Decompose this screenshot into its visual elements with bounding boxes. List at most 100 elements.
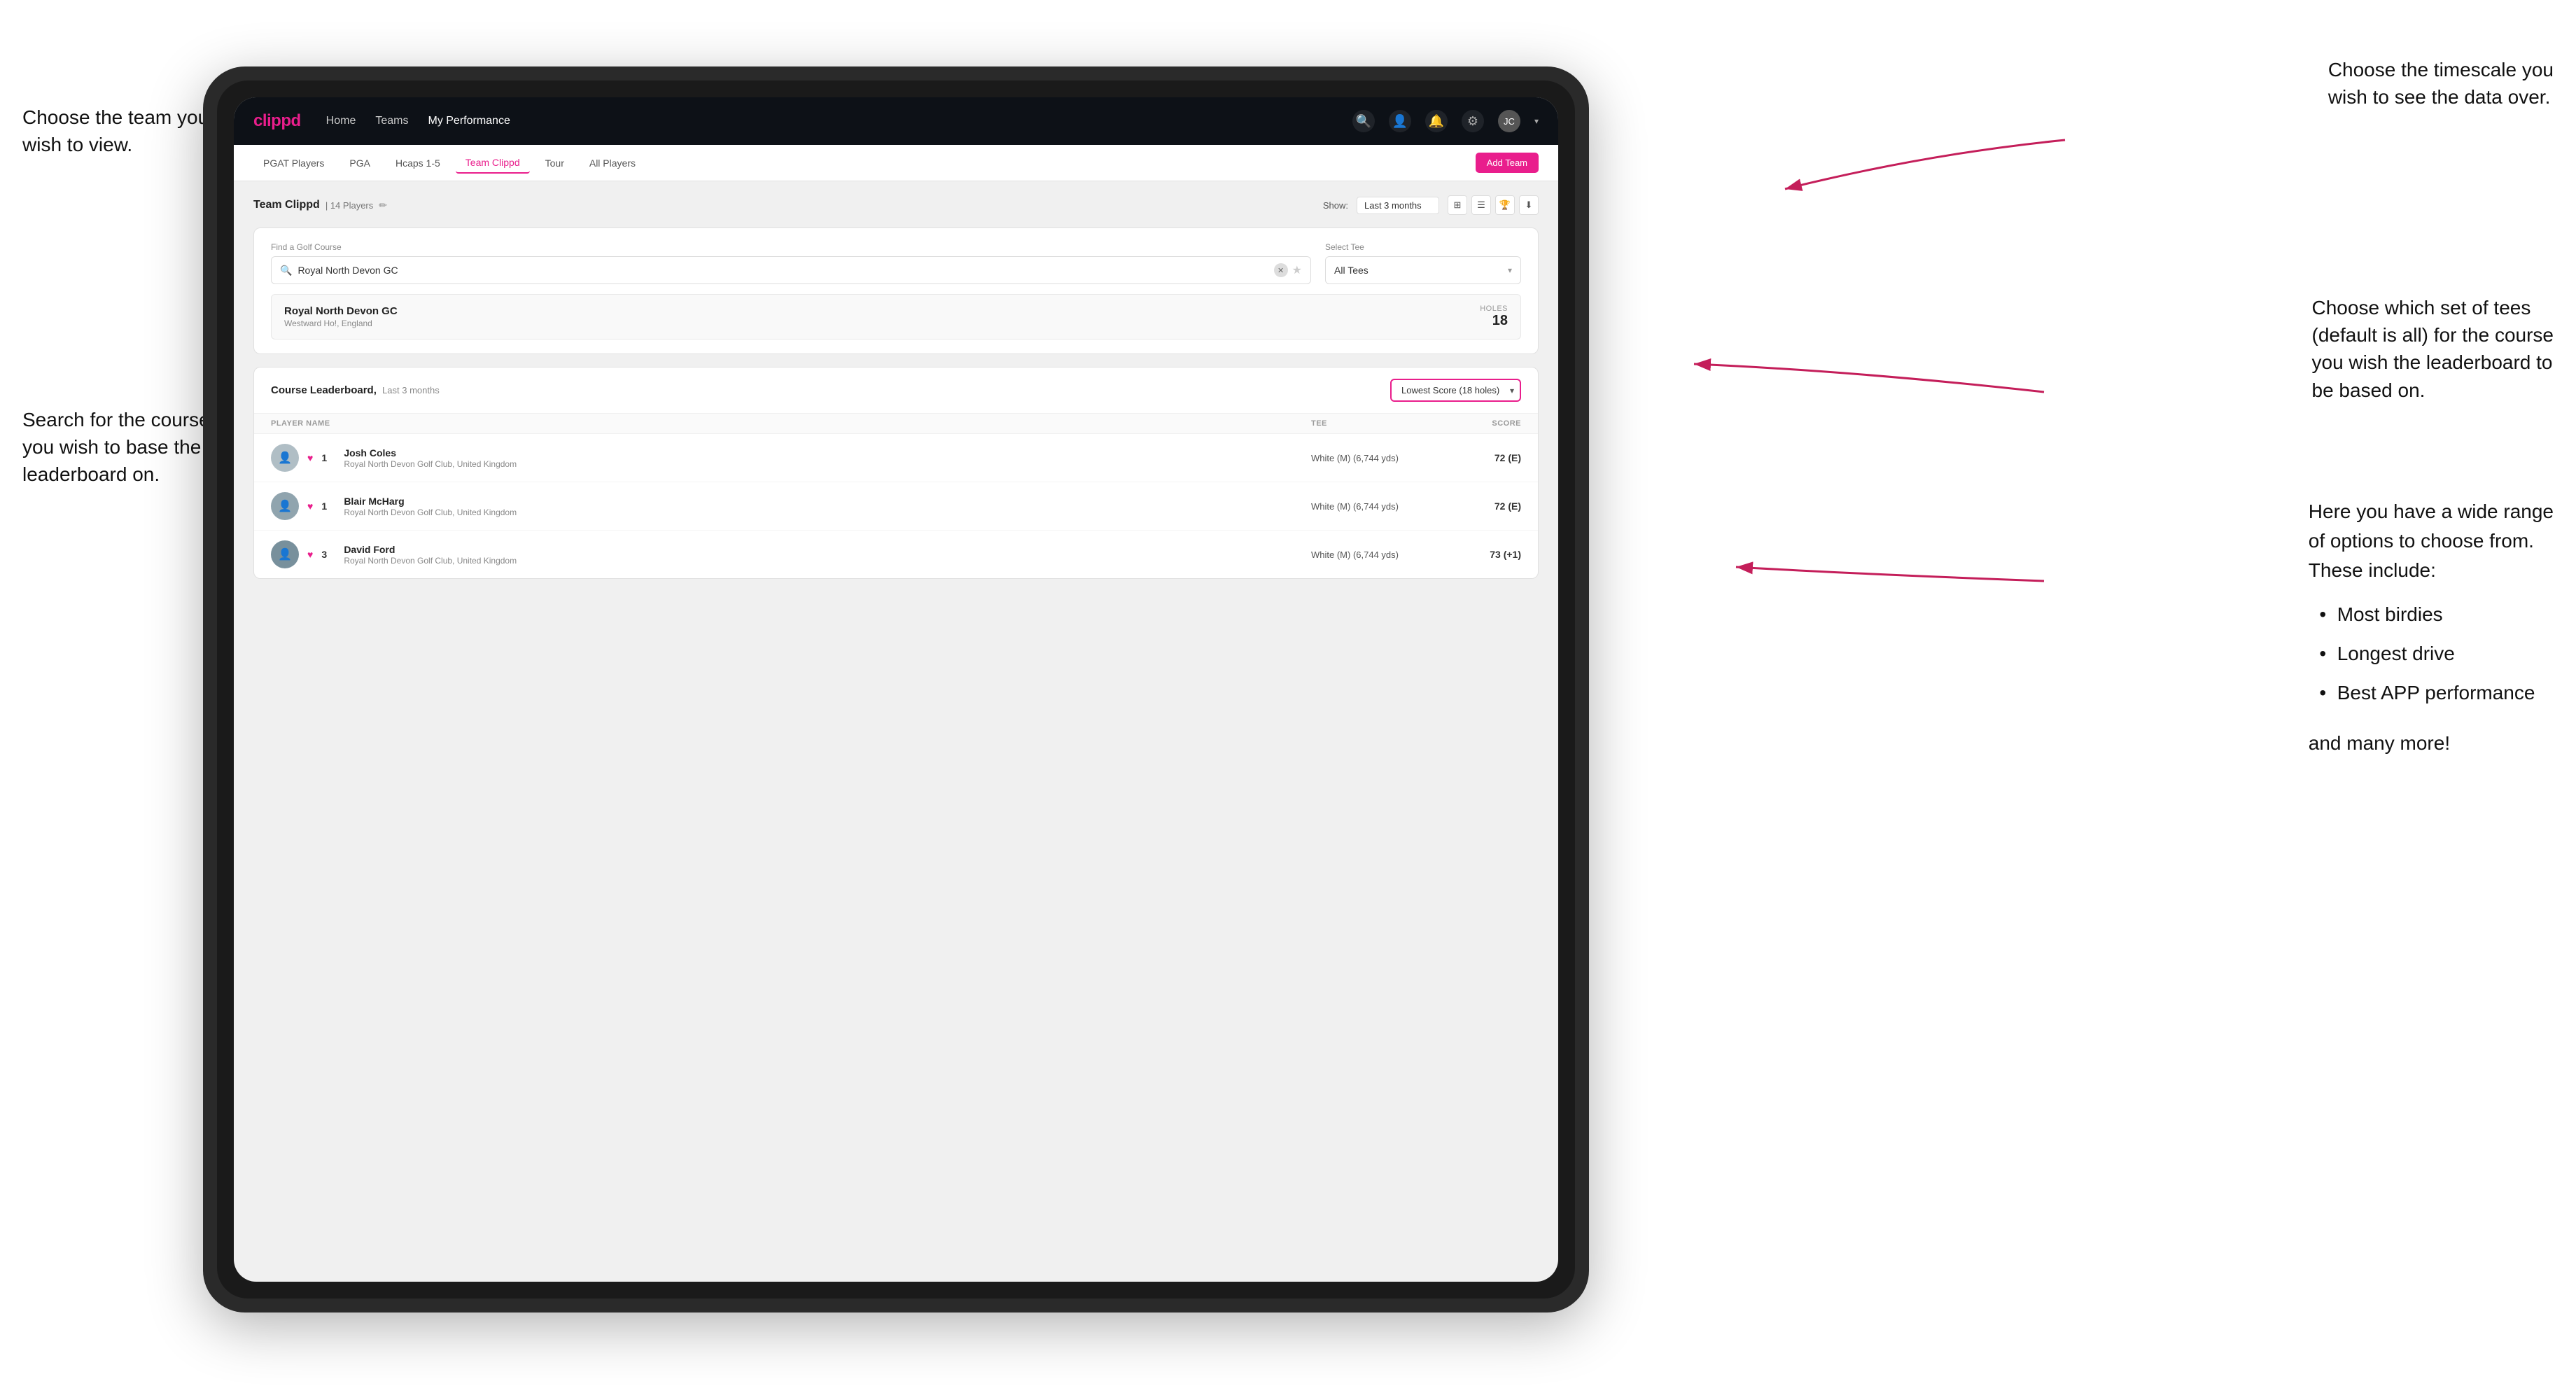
course-result: Royal North Devon GC Westward Ho!, Engla… (271, 294, 1521, 340)
golf-course-search-input[interactable] (298, 265, 1273, 276)
column-player-name: PLAYER NAME (271, 419, 1311, 428)
player-col-3: 👤 ♥ 3 David Ford Royal North Devon Golf … (271, 540, 1311, 568)
player-col-2: 👤 ♥ 1 Blair McHarg Royal North Devon Gol… (271, 492, 1311, 520)
table-row: 👤 ♥ 3 David Ford Royal North Devon Golf … (254, 531, 1538, 578)
leaderboard-header: Course Leaderboard, Last 3 months Lowest… (254, 368, 1538, 414)
nav-items: Home Teams My Performance (326, 115, 1352, 127)
find-golf-course-label: Find a Golf Course (271, 242, 1311, 252)
team-header: Team Clippd | 14 Players ✏ Show: Last 3 … (253, 195, 1539, 215)
player-info-3: David Ford Royal North Devon Golf Club, … (344, 544, 517, 566)
sub-nav-pgat[interactable]: PGAT Players (253, 153, 334, 173)
trophy-view-button[interactable]: 🏆 (1495, 195, 1515, 215)
player-rank-2: 1 (321, 500, 335, 512)
settings-icon[interactable]: ⚙ (1462, 110, 1484, 132)
team-title: Team Clippd (253, 199, 320, 211)
holes-label: Holes (1480, 304, 1508, 313)
tablet-inner: clippd Home Teams My Performance 🔍 👤 🔔 ⚙… (217, 80, 1575, 1298)
player-score-1: 72 (E) (1451, 452, 1521, 463)
player-info-2: Blair McHarg Royal North Devon Golf Club… (344, 496, 517, 517)
player-score-3: 73 (+1) (1451, 549, 1521, 560)
leaderboard-table-header: PLAYER NAME TEE SCORE (254, 414, 1538, 434)
tee-select-wrap[interactable]: All Tees ▾ (1325, 256, 1521, 284)
course-name: Royal North Devon GC (284, 305, 1480, 317)
tee-select-value: All Tees (1334, 265, 1508, 276)
list-view-button[interactable]: ☰ (1471, 195, 1491, 215)
bell-icon[interactable]: 🔔 (1425, 110, 1448, 132)
leaderboard-section: Course Leaderboard, Last 3 months Lowest… (253, 367, 1539, 579)
holes-number: 18 (1480, 313, 1508, 329)
nav-teams[interactable]: Teams (375, 115, 408, 127)
edit-team-icon[interactable]: ✏ (379, 200, 387, 211)
grid-view-button[interactable]: ⊞ (1448, 195, 1467, 215)
search-star-icon[interactable]: ★ (1292, 263, 1302, 277)
leaderboard-subtitle: Last 3 months (382, 385, 440, 396)
sub-nav-hcaps[interactable]: Hcaps 1-5 (386, 153, 450, 173)
player-tee-1: White (M) (6,744 yds) (1311, 453, 1451, 463)
leaderboard-title: Course Leaderboard, Last 3 months (271, 384, 440, 396)
player-club-3: Royal North Devon Golf Club, United King… (344, 556, 517, 566)
show-select-wrap: Last 3 months (1357, 197, 1439, 214)
player-score-2: 72 (E) (1451, 500, 1521, 512)
tee-select-col: Select Tee All Tees ▾ (1325, 242, 1521, 284)
avatar-chevron: ▾ (1534, 116, 1539, 126)
add-team-button[interactable]: Add Team (1476, 153, 1539, 173)
sub-nav: PGAT Players PGA Hcaps 1-5 Team Clippd T… (234, 145, 1558, 181)
player-heart-1: ♥ (307, 452, 313, 463)
tee-chevron-icon: ▾ (1508, 265, 1512, 275)
course-location: Westward Ho!, England (284, 318, 1480, 328)
view-icons: ⊞ ☰ 🏆 ⬇ (1448, 195, 1539, 215)
course-info: Royal North Devon GC Westward Ho!, Engla… (284, 305, 1480, 328)
leaderboard-score-select-wrap: Lowest Score (18 holes) (1390, 379, 1521, 402)
tablet-device: clippd Home Teams My Performance 🔍 👤 🔔 ⚙… (203, 66, 1589, 1312)
show-select[interactable]: Last 3 months (1357, 197, 1439, 214)
player-heart-2: ♥ (307, 500, 313, 512)
top-nav: clippd Home Teams My Performance 🔍 👤 🔔 ⚙… (234, 97, 1558, 145)
player-avatar-2: 👤 (271, 492, 299, 520)
team-header-right: Show: Last 3 months ⊞ ☰ 🏆 ⬇ (1323, 195, 1539, 215)
annotation-score-options: Here you have a wide rangeof options to … (2309, 497, 2554, 757)
annotation-timescale: Choose the timescale youwish to see the … (2328, 56, 2554, 111)
nav-my-performance[interactable]: My Performance (428, 115, 510, 127)
holes-box: Holes 18 (1480, 304, 1508, 329)
sub-nav-pga[interactable]: PGA (340, 153, 380, 173)
player-heart-3: ♥ (307, 549, 313, 560)
team-subtitle: | 14 Players (326, 200, 373, 211)
search-icon[interactable]: 🔍 (1352, 110, 1375, 132)
main-content: Team Clippd | 14 Players ✏ Show: Last 3 … (234, 181, 1558, 1282)
annotation-search-course: Search for the courseyou wish to base th… (22, 406, 210, 489)
app-container: clippd Home Teams My Performance 🔍 👤 🔔 ⚙… (234, 97, 1558, 1282)
download-button[interactable]: ⬇ (1519, 195, 1539, 215)
sub-nav-all-players[interactable]: All Players (580, 153, 645, 173)
table-row: 👤 ♥ 1 Blair McHarg Royal North Devon Gol… (254, 482, 1538, 531)
player-info-1: Josh Coles Royal North Devon Golf Club, … (344, 447, 517, 469)
app-logo: clippd (253, 111, 301, 131)
player-avatar-1: 👤 (271, 444, 299, 472)
table-row: 👤 ♥ 1 Josh Coles Royal North Devon Golf … (254, 434, 1538, 482)
player-name-1: Josh Coles (344, 447, 517, 458)
player-name-2: Blair McHarg (344, 496, 517, 507)
annotation-tees: Choose which set of tees(default is all)… (2312, 294, 2554, 404)
column-tee: TEE (1311, 419, 1451, 428)
score-type-select[interactable]: Lowest Score (18 holes) (1390, 379, 1521, 402)
player-rank-3: 3 (321, 549, 335, 560)
person-icon[interactable]: 👤 (1389, 110, 1411, 132)
search-row: Find a Golf Course 🔍 ✕ ★ Select Tee (271, 242, 1521, 284)
score-type-select-wrap: Lowest Score (18 holes) (1390, 379, 1521, 402)
search-section: Find a Golf Course 🔍 ✕ ★ Select Tee (253, 227, 1539, 354)
show-label: Show: (1323, 200, 1348, 211)
find-golf-course-col: Find a Golf Course 🔍 ✕ ★ (271, 242, 1311, 284)
user-avatar[interactable]: JC (1498, 110, 1520, 132)
nav-home[interactable]: Home (326, 115, 356, 127)
sub-nav-tour[interactable]: Tour (536, 153, 574, 173)
search-clear-button[interactable]: ✕ (1274, 263, 1288, 277)
player-col-1: 👤 ♥ 1 Josh Coles Royal North Devon Golf … (271, 444, 1311, 472)
player-avatar-3: 👤 (271, 540, 299, 568)
player-name-3: David Ford (344, 544, 517, 555)
tablet-screen: clippd Home Teams My Performance 🔍 👤 🔔 ⚙… (234, 97, 1558, 1282)
column-score: SCORE (1451, 419, 1521, 428)
player-club-1: Royal North Devon Golf Club, United King… (344, 459, 517, 469)
nav-icons: 🔍 👤 🔔 ⚙ JC ▾ (1352, 110, 1539, 132)
player-tee-3: White (M) (6,744 yds) (1311, 550, 1451, 560)
sub-nav-team-clippd[interactable]: Team Clippd (456, 153, 530, 174)
search-input-wrap: 🔍 ✕ ★ (271, 256, 1311, 284)
